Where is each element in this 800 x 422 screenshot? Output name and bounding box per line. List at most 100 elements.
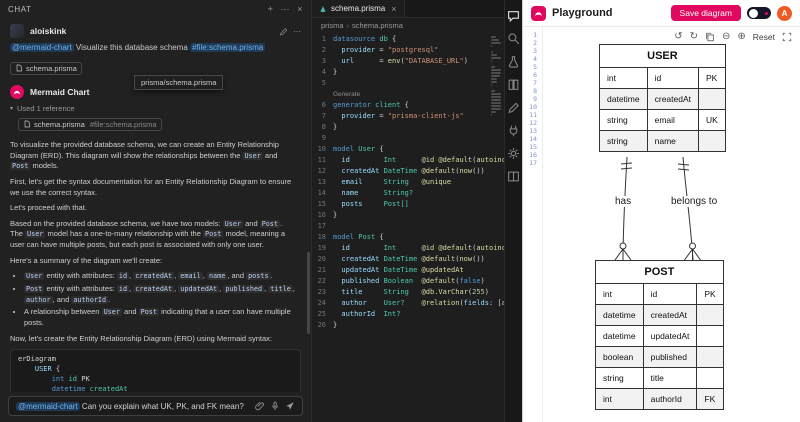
zoom-out-icon[interactable]: ⊖: [722, 31, 730, 42]
line-number: 10: [317, 145, 326, 153]
edit-message-icon[interactable]: [279, 27, 288, 36]
book-icon[interactable]: [507, 78, 520, 91]
inline-code: User: [25, 230, 46, 239]
chat-messages: aloiskink ⋯ @mermaid-chart Visualize thi…: [0, 18, 311, 392]
toggle-dot: [765, 11, 768, 15]
fullscreen-icon[interactable]: [782, 32, 792, 42]
chevron-down-icon: ▾: [10, 106, 14, 112]
gutter-line-number: 4: [533, 55, 537, 63]
code-line: USER {: [34, 365, 61, 374]
close-icon[interactable]: ×: [297, 4, 303, 14]
minimap[interactable]: [491, 35, 502, 117]
search-icon[interactable]: [507, 32, 520, 45]
chat-panel-header: CHAT + ⋯ ×: [0, 0, 311, 18]
gutter-line-number: 12: [529, 119, 537, 127]
er-entity-user: USER int id PK datetime createdAt string email…: [599, 44, 726, 152]
new-chat-icon[interactable]: +: [268, 4, 274, 14]
account-avatar[interactable]: A: [777, 5, 792, 21]
line-number: 21: [317, 266, 326, 274]
chat-input-text[interactable]: @mermaid-chart Can you explain what UK, …: [16, 401, 250, 411]
playground-body: 1 2 3 4 5 6 7 8 9 10 11 12 13 14 15 16 17 ↺ ↻ ⊖ ⊕ Reset: [523, 27, 800, 422]
mention-chip[interactable]: @mermaid-chart: [10, 43, 74, 52]
editor-line: 5: [312, 78, 504, 89]
entity-name: USER: [599, 44, 726, 68]
breadcrumb[interactable]: prisma › schema.prisma: [312, 18, 504, 32]
copy-icon[interactable]: [705, 32, 715, 42]
theme-toggle[interactable]: [747, 7, 771, 19]
mic-icon[interactable]: [270, 401, 280, 411]
activity-bar: [504, 0, 522, 422]
breadcrumb-separator: ›: [346, 20, 350, 30]
codelens-generate[interactable]: Generate: [333, 89, 360, 100]
line-number: 23: [317, 288, 326, 296]
pencil-icon[interactable]: [507, 101, 520, 114]
chat-input[interactable]: @mermaid-chart Can you explain what UK, …: [8, 396, 303, 416]
vscode-window: CHAT + ⋯ × aloiskink ⋯ @mermaid-chart Vi…: [0, 0, 800, 422]
reference-file-chip[interactable]: schema.prisma #file:schema.prisma: [18, 117, 162, 131]
gutter-line-number: 3: [533, 47, 537, 55]
inline-code: createdAt: [133, 285, 175, 294]
beaker-icon[interactable]: [507, 55, 520, 68]
line-number: 8: [321, 123, 326, 131]
line-number: 9: [321, 134, 326, 142]
playground-code-gutter[interactable]: 1 2 3 4 5 6 7 8 9 10 11 12 13 14 15 16 17: [523, 27, 543, 422]
chat-icon[interactable]: [507, 9, 520, 22]
editor-line: 11 id Int @id @default(autoincre: [312, 155, 504, 166]
editor-line: Generate: [312, 89, 504, 100]
inline-code: createdAt: [133, 272, 175, 281]
layout-icon[interactable]: [507, 170, 520, 183]
undo-icon[interactable]: ↺: [674, 31, 682, 42]
code-editor[interactable]: 1 datasource db {2 provider = "postgresql…: [312, 32, 504, 422]
code-lines[interactable]: 1 datasource db {2 provider = "postgresql…: [312, 34, 504, 331]
attached-file-name: schema.prisma: [26, 63, 77, 73]
tab-schema-prisma[interactable]: schema.prisma ×: [312, 0, 405, 17]
send-icon[interactable]: [285, 401, 295, 411]
message-more-icon[interactable]: ⋯: [293, 27, 301, 36]
line-number: 3: [321, 57, 326, 65]
chat-panel: CHAT + ⋯ × aloiskink ⋯ @mermaid-chart Vi…: [0, 0, 312, 422]
diagram-canvas[interactable]: ↺ ↻ ⊖ ⊕ Reset has belongs to USER int id…: [543, 27, 800, 422]
inline-code: Post: [24, 285, 45, 294]
editor-line: 6 generator client {: [312, 100, 504, 111]
assistant-paragraph: Let's proceed with that.: [10, 203, 87, 213]
editor-line: 2 provider = "postgresql": [312, 45, 504, 56]
breadcrumb-file[interactable]: schema.prisma: [352, 21, 403, 30]
attached-file-chip[interactable]: schema.prisma: [10, 61, 82, 75]
breadcrumb-folder[interactable]: prisma: [321, 21, 344, 30]
mention-chip[interactable]: #file:schema.prisma: [190, 43, 266, 52]
gear-icon[interactable]: [507, 147, 520, 160]
editor-line: 12 createdAt DateTime @default(now()): [312, 166, 504, 177]
entity-attribute-row: boolean published: [595, 346, 724, 368]
reference-file-name: schema.prisma: [34, 119, 85, 129]
inline-code: name: [206, 272, 228, 281]
chat-scrollbar[interactable]: [307, 252, 310, 334]
line-number: 15: [317, 200, 326, 208]
line-number: 14: [317, 189, 326, 197]
editor-line: 22 published Boolean @default(false): [312, 276, 504, 287]
inline-code: id: [116, 285, 130, 294]
line-number: [312, 89, 333, 100]
more-icon[interactable]: ⋯: [281, 4, 291, 14]
editor-line: 7 provider = "prisma-client-js": [312, 111, 504, 122]
save-diagram-button[interactable]: Save diagram: [670, 5, 741, 21]
editor-line: 26}: [312, 320, 504, 331]
redo-icon[interactable]: ↻: [690, 31, 698, 42]
playground-title: Playground: [552, 7, 613, 19]
gutter-line-number: 5: [533, 63, 537, 71]
editor-line: 20 createdAt DateTime @default(now()): [312, 254, 504, 265]
tab-close-icon[interactable]: ×: [391, 4, 396, 14]
attach-icon[interactable]: [255, 401, 265, 411]
zoom-in-icon[interactable]: ⊕: [737, 31, 745, 42]
mention-chip[interactable]: @mermaid-chart: [16, 401, 80, 411]
user-name: aloiskink: [30, 26, 67, 36]
line-number: 16: [317, 211, 326, 219]
line-number: 22: [317, 277, 326, 285]
reset-button[interactable]: Reset: [753, 32, 775, 42]
gutter-line-number: 2: [533, 39, 537, 47]
plug-icon[interactable]: [507, 124, 520, 137]
assistant-bullet-list: User entity with attributes: id, created…: [0, 271, 311, 328]
editor-line: 3 url = env("DATABASE_URL"): [312, 56, 504, 67]
references-toggle[interactable]: ▾ Used 1 reference: [0, 101, 311, 114]
code-line: int id PK: [51, 374, 90, 383]
gutter-line-number: 13: [529, 127, 537, 135]
